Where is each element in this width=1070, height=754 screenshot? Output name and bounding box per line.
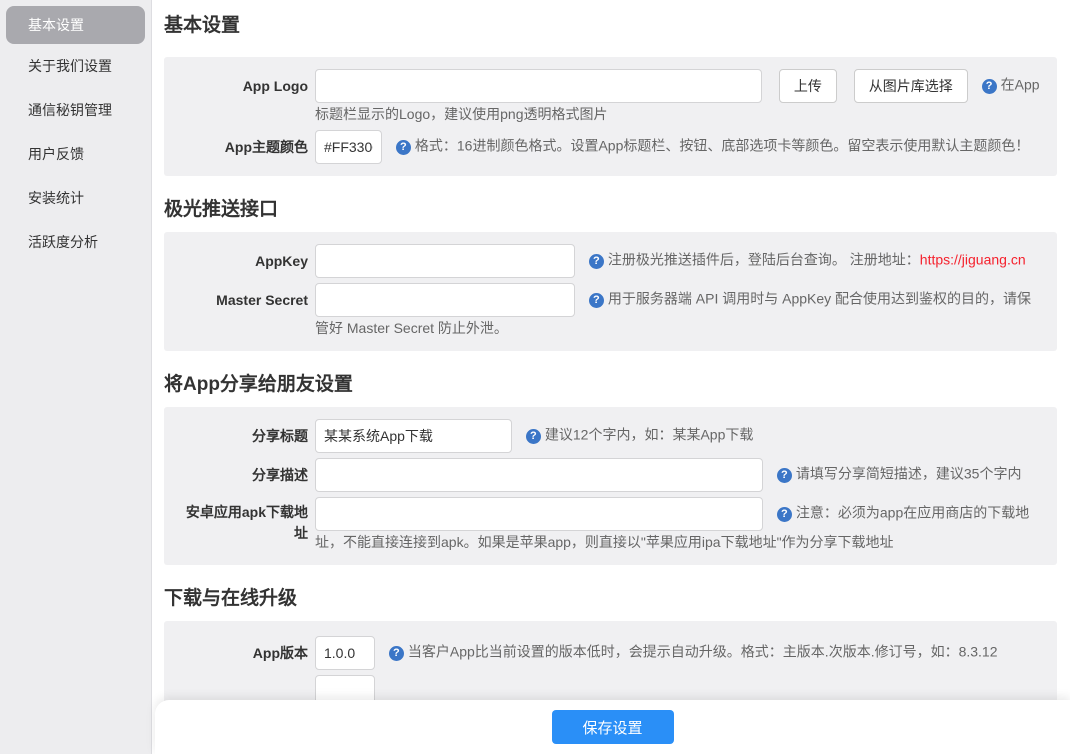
master-secret-input[interactable] [315,283,575,317]
help-icon: ? [777,507,792,522]
form-row-appkey: AppKey ? 注册极光推送插件后，登陆后台查询。 注册地址：https://j… [178,244,1043,278]
panel-basic-settings: App Logo 上传 从图片库选择 ?在App标题栏显示的Logo，建议使用p… [164,57,1057,176]
share-desc-label: 分享描述 [178,458,315,492]
share-title-label: 分享标题 [178,419,315,453]
sidebar-item-user-feedback[interactable]: 用户反馈 [0,132,151,176]
sidebar-item-about-us[interactable]: 关于我们设置 [0,44,151,88]
sidebar-item-secret-keys[interactable]: 通信秘钥管理 [0,88,151,132]
panel-share: 分享标题 ? 建议12个字内，如：某某App下载 分享描述 ? 请填写分享简短描述，… [164,407,1057,565]
app-logo-label: App Logo [178,69,315,125]
theme-color-input[interactable] [315,130,382,164]
help-icon: ? [982,79,997,94]
form-row-apk-url: 安卓应用apk下载地址 ?注意：必须为app在应用商店的下载地址，不能直接连接到… [178,497,1043,553]
upload-button[interactable]: 上传 [779,69,837,103]
section-title-basic: 基本设置 [164,14,1057,38]
theme-color-help-text: 格式：16进制颜色格式。设置App标题栏、按钮、底部选项卡等颜色。留空表示使用默… [415,138,1029,154]
section-title-upgrade: 下载与在线升级 [164,587,1057,611]
share-title-help-text: 建议12个字内，如：某某App下载 [545,427,753,443]
choose-from-gallery-button[interactable]: 从图片库选择 [854,69,968,103]
help-icon: ? [589,254,604,269]
panel-jpush: AppKey ? 注册极光推送插件后，登陆后台查询。 注册地址：https://j… [164,232,1057,351]
help-icon: ? [777,468,792,483]
form-row-app-version: App版本 ? 当客户App比当前设置的版本低时，会提示自动升级。格式：主版本.次… [178,636,1043,670]
share-title-input[interactable] [315,419,512,453]
save-settings-button[interactable]: 保存设置 [552,710,674,744]
sidebar-item-activity-analysis[interactable]: 活跃度分析 [0,220,151,264]
appkey-help-text: 注册极光推送插件后，登陆后台查询。 注册地址： [608,252,920,268]
form-row-theme-color: App主题颜色 ? 格式：16进制颜色格式。设置App标题栏、按钮、底部选项卡等颜… [178,130,1043,164]
save-bar: 保存设置 [155,700,1070,754]
appkey-input[interactable] [315,244,575,278]
master-secret-label: Master Secret [178,283,315,339]
app-version-label: App版本 [178,636,315,670]
help-icon: ? [396,140,411,155]
app-logo-input[interactable] [315,69,762,103]
appkey-label: AppKey [178,244,315,278]
jiguang-register-link[interactable]: https://jiguang.cn [920,252,1026,268]
section-title-jpush: 极光推送接口 [164,198,1057,222]
help-icon: ? [589,293,604,308]
form-row-app-logo: App Logo 上传 从图片库选择 ?在App标题栏显示的Logo，建议使用p… [178,69,1043,125]
apk-url-input[interactable] [315,497,763,531]
section-title-share: 将App分享给朋友设置 [164,373,1057,397]
apk-url-label: 安卓应用apk下载地址 [178,497,315,553]
sidebar: 基本设置 关于我们设置 通信秘钥管理 用户反馈 安装统计 活跃度分析 [0,0,152,754]
sidebar-item-basic-settings[interactable]: 基本设置 [6,6,145,44]
sidebar-item-install-stats[interactable]: 安装统计 [0,176,151,220]
help-icon: ? [526,429,541,444]
main-content: 基本设置 App Logo 上传 从图片库选择 ?在App标题栏显示的Logo，… [153,0,1070,754]
app-version-input[interactable] [315,636,375,670]
form-row-share-title: 分享标题 ? 建议12个字内，如：某某App下载 [178,419,1043,453]
share-desc-help-text: 请填写分享简短描述，建议35个字内 [796,466,1022,482]
form-row-master-secret: Master Secret ?用于服务器端 API 调用时与 AppKey 配合… [178,283,1043,339]
share-desc-input[interactable] [315,458,763,492]
theme-color-label: App主题颜色 [178,130,315,164]
help-icon: ? [389,646,404,661]
form-row-share-desc: 分享描述 ? 请填写分享简短描述，建议35个字内 [178,458,1043,492]
app-version-help-text: 当客户App比当前设置的版本低时，会提示自动升级。格式：主版本.次版本.修订号，… [408,644,998,660]
